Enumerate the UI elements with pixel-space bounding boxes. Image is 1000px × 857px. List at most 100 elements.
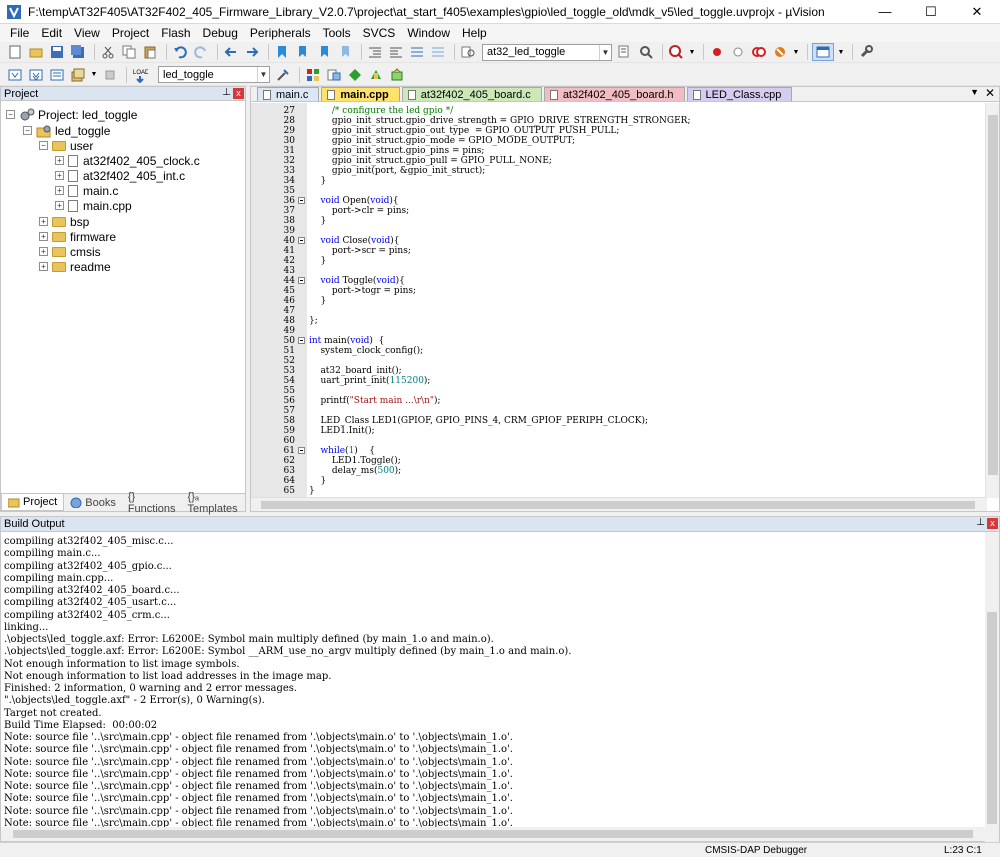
layout-dropdown-icon[interactable]: ▼ <box>837 43 845 61</box>
code-line[interactable]: 47 <box>251 306 987 316</box>
file-extensions-icon[interactable] <box>325 66 343 84</box>
fold-toggle-icon[interactable] <box>298 277 305 284</box>
code-line[interactable]: 29 gpio_init_struct.gpio_out_type = GPIO… <box>251 126 987 136</box>
bookmark-prev-icon[interactable] <box>294 43 312 61</box>
breakpoint-enable-icon[interactable] <box>729 43 747 61</box>
expand-icon[interactable]: + <box>55 201 64 210</box>
maximize-button[interactable]: ☐ <box>908 0 954 24</box>
menu-help[interactable]: Help <box>456 26 493 40</box>
code-line[interactable]: 45 port->togr = pins; <box>251 286 987 296</box>
debug-dropdown-icon[interactable]: ▼ <box>688 43 696 61</box>
tree-group-bsp[interactable]: + bsp <box>39 214 89 229</box>
indent-icon[interactable] <box>366 43 384 61</box>
scroll-thumb[interactable] <box>261 501 975 509</box>
breakpoint-insert-icon[interactable] <box>708 43 726 61</box>
code-line[interactable]: 46 } <box>251 296 987 306</box>
tab-main-cpp[interactable]: main.cpp <box>321 87 400 101</box>
fold-toggle-icon[interactable] <box>298 447 305 454</box>
find-icon[interactable] <box>616 43 634 61</box>
translate-icon[interactable] <box>6 66 24 84</box>
configure-wrench-icon[interactable] <box>857 43 875 61</box>
code-line[interactable]: 56 printf("Start main ...\r\n"); <box>251 396 987 406</box>
tree-group-readme[interactable]: + readme <box>39 259 111 274</box>
tab-board-h[interactable]: at32f402_405_board.h <box>543 87 685 101</box>
tab-functions[interactable]: {} Functions <box>122 491 182 515</box>
pack-installer-icon[interactable] <box>346 66 364 84</box>
tab-project[interactable]: Project <box>1 494 65 511</box>
expand-icon[interactable]: + <box>55 171 64 180</box>
code-line[interactable]: 42 } <box>251 256 987 266</box>
code-line[interactable]: 59 LED1.Init(); <box>251 426 987 436</box>
breakpoint-disable-all-icon[interactable] <box>750 43 768 61</box>
code-line[interactable]: 39 <box>251 226 987 236</box>
target-options-icon[interactable] <box>274 66 292 84</box>
tab-board-c[interactable]: at32f402_405_board.c <box>401 87 542 101</box>
build-output-text[interactable]: compiling at32f402_405_misc.c... compilin… <box>1 532 987 828</box>
collapse-icon[interactable]: − <box>39 141 48 150</box>
close-window-button[interactable]: ✕ <box>954 0 1000 24</box>
code-line[interactable]: 60 <box>251 436 987 446</box>
tab-books[interactable]: Books <box>64 494 122 511</box>
code-line[interactable]: 41 port->scr = pins; <box>251 246 987 256</box>
chevron-down-icon[interactable]: ▼ <box>257 67 269 82</box>
scroll-thumb[interactable] <box>987 612 997 824</box>
bookmark-toggle-icon[interactable] <box>273 43 291 61</box>
code-line[interactable]: 48}; <box>251 316 987 326</box>
code-line[interactable]: 31 gpio_init_struct.gpio_pins = pins; <box>251 146 987 156</box>
code-line[interactable]: 53 at32_board_init(); <box>251 366 987 376</box>
nav-forward-icon[interactable] <box>243 43 261 61</box>
code-line[interactable]: 28 gpio_init_struct.gpio_drive_strength … <box>251 116 987 126</box>
tab-templates[interactable]: {}ₐ Templates <box>182 491 245 515</box>
select-software-packs-icon[interactable] <box>367 66 385 84</box>
tree-file[interactable]: + at32f402_405_clock.c <box>55 153 200 168</box>
bookmark-clear-icon[interactable] <box>336 43 354 61</box>
code-line[interactable]: 32 gpio_init_struct.gpio_pull = GPIO_PUL… <box>251 156 987 166</box>
batch-dropdown-icon[interactable]: ▼ <box>90 66 98 84</box>
code-line[interactable]: 50 int main(void) { <box>251 336 987 346</box>
code-line[interactable]: 51 system_clock_config(); <box>251 346 987 356</box>
save-icon[interactable] <box>48 43 66 61</box>
code-editor[interactable]: 27 /* configure the led gpio */28 gpio_i… <box>251 103 987 498</box>
debug-session-icon[interactable] <box>667 43 685 61</box>
code-line[interactable]: 40 void Close(void){ <box>251 236 987 246</box>
code-line[interactable]: 36 void Open(void){ <box>251 196 987 206</box>
menu-peripherals[interactable]: Peripherals <box>244 26 317 40</box>
editor-horizontal-scrollbar[interactable] <box>251 497 987 511</box>
menu-view[interactable]: View <box>68 26 106 40</box>
close-tab-icon[interactable]: ✕ <box>985 86 995 100</box>
batch-build-icon[interactable] <box>69 66 87 84</box>
code-line[interactable]: 52 <box>251 356 987 366</box>
nav-back-icon[interactable] <box>222 43 240 61</box>
manage-components-icon[interactable] <box>304 66 322 84</box>
code-line[interactable]: 63 delay_ms(500); <box>251 466 987 476</box>
pin-icon[interactable]: ⊥ <box>222 87 231 98</box>
scroll-thumb[interactable] <box>13 830 973 838</box>
find-target-combo[interactable]: at32_led_toggle ▼ <box>482 43 612 61</box>
copy-icon[interactable] <box>120 43 138 61</box>
tree-file[interactable]: + main.c <box>55 183 118 198</box>
tree-target[interactable]: − led_toggle <box>23 123 110 138</box>
undo-icon[interactable] <box>171 43 189 61</box>
minimize-button[interactable]: — <box>862 0 908 24</box>
code-line[interactable]: 62 LED1.Toggle(); <box>251 456 987 466</box>
pin-icon[interactable]: ⊥ <box>976 517 985 528</box>
menu-project[interactable]: Project <box>106 26 155 40</box>
code-line[interactable]: 58 LED_Class LED1(GPIOF, GPIO_PINS_4, CR… <box>251 416 987 426</box>
expand-icon[interactable]: + <box>55 186 64 195</box>
tree-file[interactable]: + main.cpp <box>55 198 132 213</box>
menu-debug[interactable]: Debug <box>197 26 244 40</box>
expand-icon[interactable]: + <box>39 232 48 241</box>
rebuild-icon[interactable] <box>48 66 66 84</box>
build-vertical-scrollbar[interactable] <box>985 532 999 843</box>
stop-build-icon[interactable] <box>101 66 119 84</box>
code-line[interactable]: 57 <box>251 406 987 416</box>
save-all-icon[interactable] <box>69 43 87 61</box>
editor-vertical-scrollbar[interactable] <box>985 103 999 498</box>
expand-icon[interactable]: + <box>39 217 48 226</box>
unindent-icon[interactable] <box>387 43 405 61</box>
code-line[interactable]: 54 uart_print_init(115200); <box>251 376 987 386</box>
paste-icon[interactable] <box>141 43 159 61</box>
close-icon[interactable]: x <box>987 518 998 529</box>
code-line[interactable]: 30 gpio_init_struct.gpio_mode = GPIO_MOD… <box>251 136 987 146</box>
menu-flash[interactable]: Flash <box>155 26 196 40</box>
